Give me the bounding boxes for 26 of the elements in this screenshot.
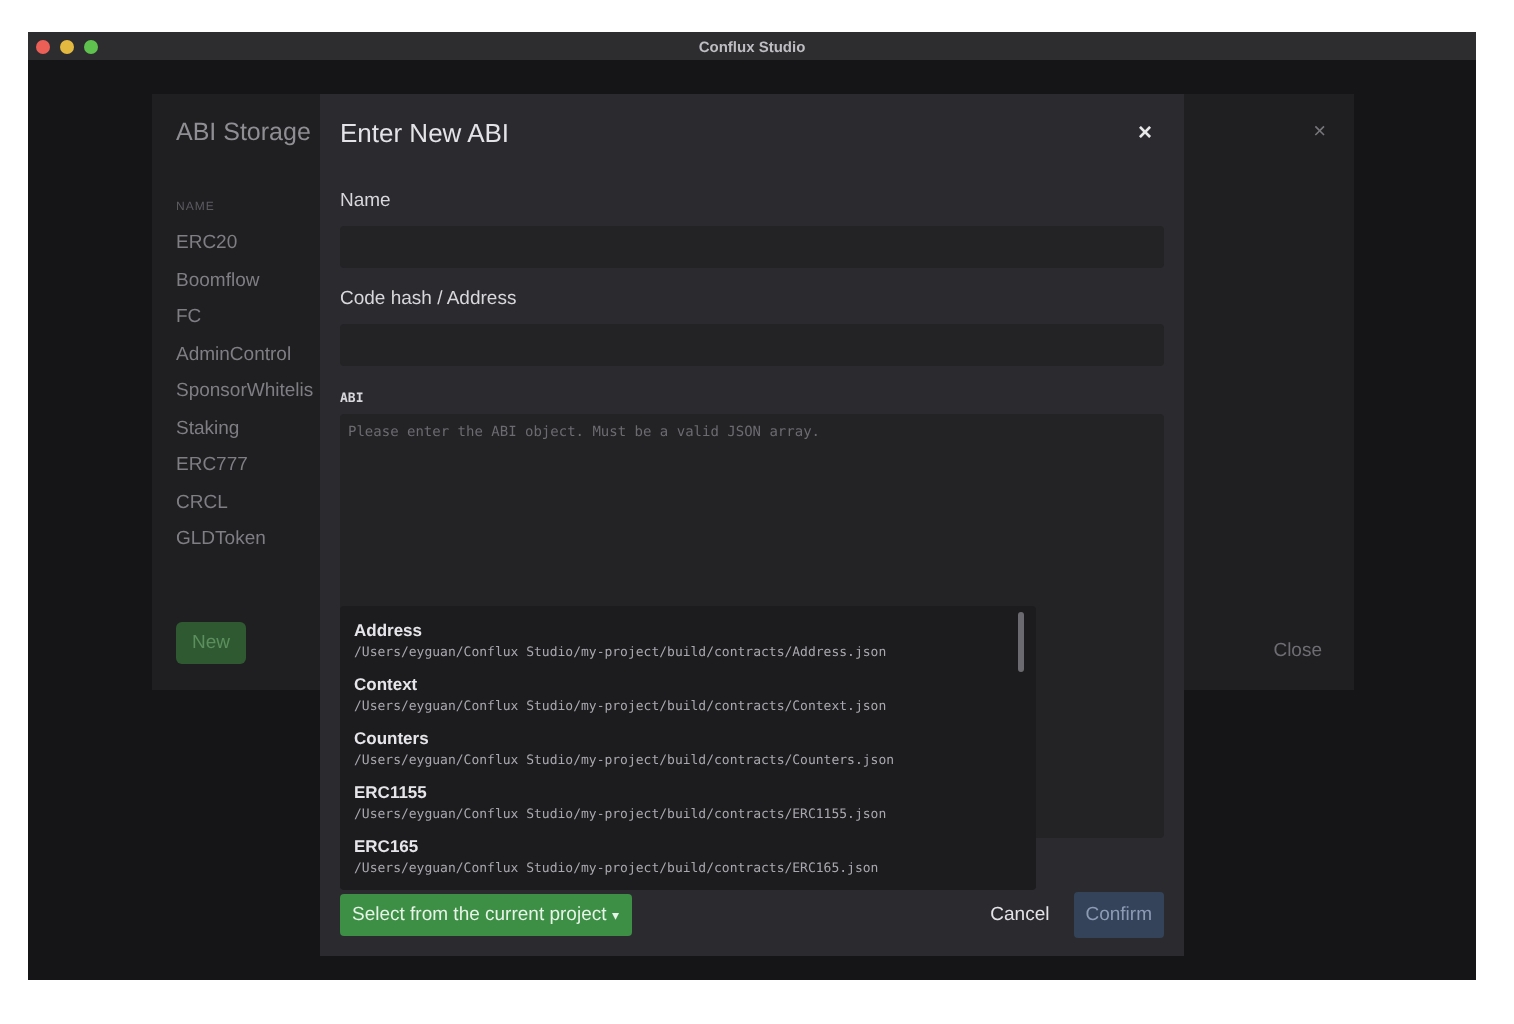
contract-name: Address (354, 620, 423, 640)
contract-name: ERC1155 (354, 782, 427, 802)
abi-name[interactable]: ERC20 (176, 226, 238, 263)
close-window-button[interactable] (36, 39, 50, 53)
dialog-title: Enter New ABI (340, 117, 510, 147)
abi-name[interactable]: SponsorWhitelis (176, 374, 314, 411)
abi-name[interactable]: GLDToken (176, 522, 266, 559)
close-icon[interactable]: × (1137, 118, 1152, 146)
abi-name[interactable]: CRCL (176, 485, 228, 522)
field-label: Name (340, 190, 391, 212)
contract-name: Counters (354, 728, 429, 748)
abi-name[interactable]: AdminControl (176, 337, 292, 374)
close-button[interactable]: Close (1265, 632, 1330, 670)
field-label: Code hash / Address (340, 288, 517, 310)
cancel-button[interactable]: Cancel (982, 894, 1058, 936)
contract-name: Context (354, 674, 418, 694)
abi-name[interactable]: Staking (176, 411, 240, 448)
scrollbar-thumb[interactable] (1018, 612, 1024, 672)
abi-name[interactable]: Boomflow (176, 263, 260, 300)
close-icon[interactable]: × (1313, 120, 1326, 144)
minimize-button[interactable] (60, 39, 74, 53)
zoom-button[interactable] (84, 39, 98, 53)
contract-name: ERC165 (354, 836, 419, 856)
abi-name[interactable]: ERC777 (176, 448, 248, 485)
abi-name[interactable]: FC (176, 300, 202, 337)
dialog-title: ABI Storage (176, 118, 311, 146)
